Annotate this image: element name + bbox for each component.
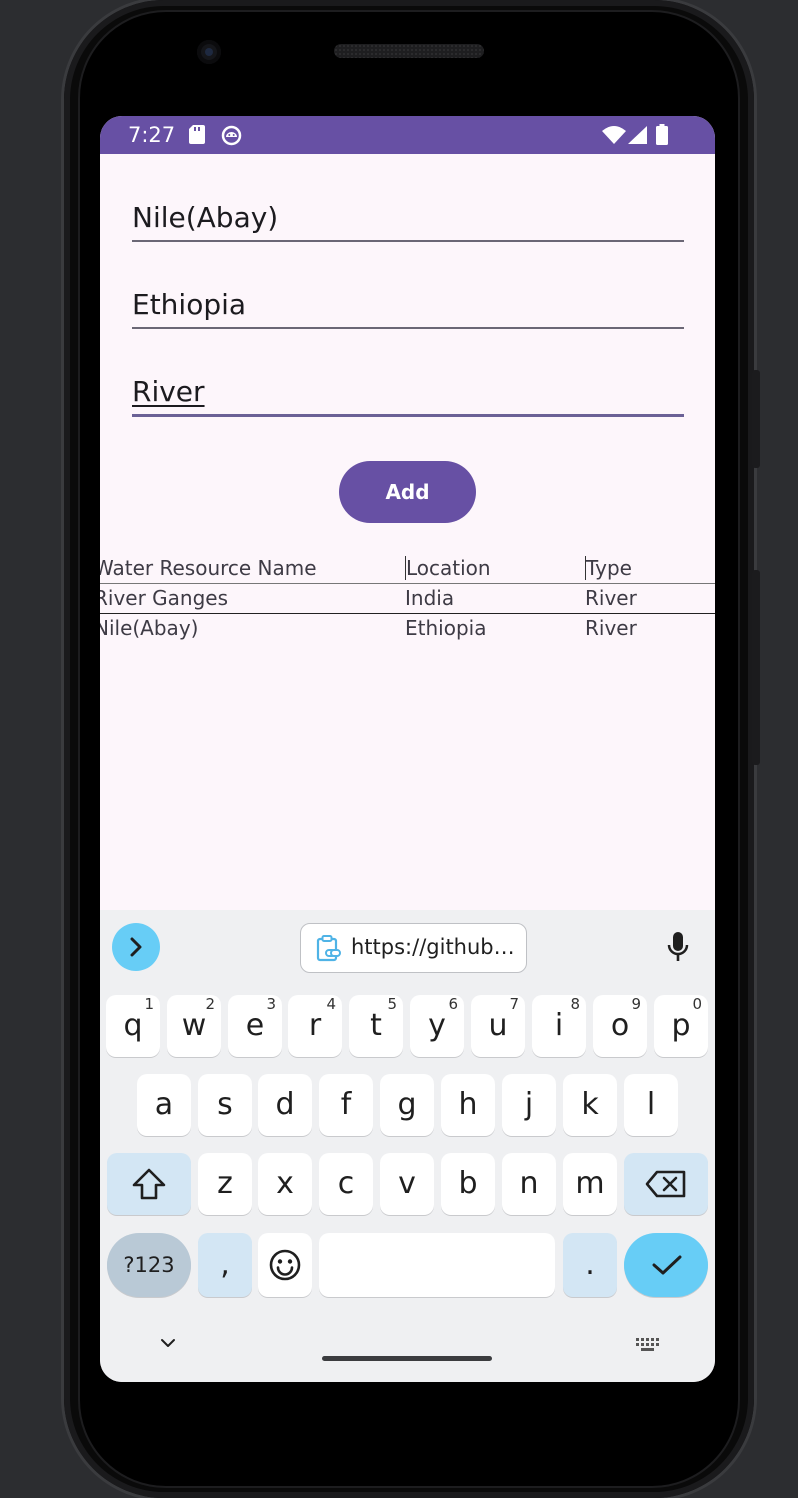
space-key[interactable]	[319, 1233, 555, 1297]
name-field-value: Nile(Abay)	[132, 201, 279, 234]
key-c[interactable]: c	[319, 1153, 373, 1215]
key-q-label: q	[123, 1008, 143, 1043]
key-p-label: p	[671, 1008, 691, 1043]
location-field[interactable]: Ethiopia	[132, 281, 684, 329]
key-i[interactable]: i8	[532, 995, 586, 1057]
status-time: 7:27	[128, 123, 176, 147]
header-name: Water Resource Name	[100, 556, 317, 580]
key-o-hint: 9	[631, 995, 641, 1013]
comma-key[interactable]: ,	[198, 1233, 252, 1297]
key-p[interactable]: p0	[654, 995, 708, 1057]
key-k[interactable]: k	[563, 1074, 617, 1136]
key-r-hint: 4	[326, 995, 336, 1013]
gesture-nav-handle[interactable]	[322, 1356, 492, 1361]
soft-keyboard: https://github… q1 w2 e3 r4 t5 y6 u7 i8 …	[100, 910, 715, 1382]
key-v[interactable]: v	[380, 1153, 434, 1215]
key-x[interactable]: x	[258, 1153, 312, 1215]
table-header-row: Water Resource Name Location Type	[100, 553, 715, 583]
row-type: River	[585, 616, 637, 640]
key-r-label: r	[308, 1008, 322, 1043]
key-r[interactable]: r4	[288, 995, 342, 1057]
power-button	[752, 370, 760, 468]
front-camera	[197, 40, 221, 64]
key-d[interactable]: d	[258, 1074, 312, 1136]
key-o[interactable]: o9	[593, 995, 647, 1057]
status-bar: 7:27	[100, 116, 715, 154]
period-key[interactable]: .	[563, 1233, 617, 1297]
table-row: River Ganges India River	[100, 583, 715, 613]
emoji-icon	[269, 1249, 301, 1281]
table-row: Nile(Abay) Ethiopia River	[100, 613, 715, 643]
name-field[interactable]: Nile(Abay)	[132, 194, 684, 242]
hide-keyboard-icon[interactable]	[160, 1337, 176, 1349]
key-u-label: u	[488, 1008, 508, 1043]
key-h[interactable]: h	[441, 1074, 495, 1136]
shift-key[interactable]	[107, 1153, 191, 1215]
key-b[interactable]: b	[441, 1153, 495, 1215]
add-button[interactable]: Add	[339, 461, 476, 523]
row-location: India	[405, 586, 455, 610]
row-type: River	[585, 586, 637, 610]
key-t[interactable]: t5	[349, 995, 403, 1057]
volume-button	[752, 570, 760, 765]
key-i-hint: 8	[570, 995, 580, 1013]
battery-icon	[656, 124, 668, 145]
keyboard-toolbar-toggle[interactable]	[112, 923, 160, 971]
key-y-hint: 6	[448, 995, 458, 1013]
key-e-label: e	[245, 1008, 265, 1043]
sd-card-icon	[189, 125, 205, 144]
header-location: Location	[405, 556, 491, 580]
key-z[interactable]: z	[198, 1153, 252, 1215]
backspace-icon	[645, 1170, 686, 1198]
type-field-value: River	[132, 375, 205, 408]
app-screen: 7:27 Nile(Abay) Ethiopia River Add Water…	[100, 116, 715, 1382]
row-name: Nile(Abay)	[100, 616, 199, 640]
key-w[interactable]: w2	[167, 995, 221, 1057]
key-p-hint: 0	[692, 995, 702, 1013]
key-n[interactable]: n	[502, 1153, 556, 1215]
chevron-right-icon	[130, 937, 142, 957]
key-e[interactable]: e3	[228, 995, 282, 1057]
key-t-label: t	[370, 1008, 382, 1043]
key-w-label: w	[181, 1008, 207, 1043]
symbols-key[interactable]: ?123	[107, 1233, 191, 1297]
key-g[interactable]: g	[380, 1074, 434, 1136]
key-m[interactable]: m	[563, 1153, 617, 1215]
keyboard-switch-icon[interactable]	[635, 1337, 661, 1353]
key-a[interactable]: a	[137, 1074, 191, 1136]
clipboard-suggestion-text: https://github…	[351, 935, 515, 959]
key-f[interactable]: f	[319, 1074, 373, 1136]
android-debug-icon	[221, 125, 242, 146]
checkmark-icon	[652, 1255, 682, 1275]
key-q-hint: 1	[144, 995, 154, 1013]
key-u[interactable]: u7	[471, 995, 525, 1057]
key-j[interactable]: j	[502, 1074, 556, 1136]
clipboard-link-icon	[316, 935, 341, 962]
type-field[interactable]: River	[132, 368, 684, 417]
microphone-icon[interactable]	[666, 931, 690, 963]
key-w-hint: 2	[205, 995, 215, 1013]
key-q[interactable]: q1	[106, 995, 160, 1057]
clipboard-suggestion-chip[interactable]: https://github…	[300, 923, 527, 973]
key-y[interactable]: y6	[410, 995, 464, 1057]
key-t-hint: 5	[387, 995, 397, 1013]
shift-icon	[132, 1168, 166, 1200]
key-i-label: i	[554, 1008, 564, 1043]
row-name: River Ganges	[100, 586, 229, 610]
signal-icon	[628, 126, 647, 144]
wifi-icon	[602, 126, 626, 144]
earpiece-speaker	[334, 44, 484, 58]
key-y-label: y	[428, 1008, 446, 1043]
key-e-hint: 3	[266, 995, 276, 1013]
key-o-label: o	[610, 1008, 630, 1043]
key-u-hint: 7	[509, 995, 519, 1013]
row-location: Ethiopia	[405, 616, 487, 640]
emoji-key[interactable]	[258, 1233, 312, 1297]
key-l[interactable]: l	[624, 1074, 678, 1136]
header-type: Type	[585, 556, 632, 580]
key-s[interactable]: s	[198, 1074, 252, 1136]
enter-key[interactable]	[624, 1233, 708, 1297]
backspace-key[interactable]	[624, 1153, 708, 1215]
location-field-value: Ethiopia	[132, 288, 247, 321]
